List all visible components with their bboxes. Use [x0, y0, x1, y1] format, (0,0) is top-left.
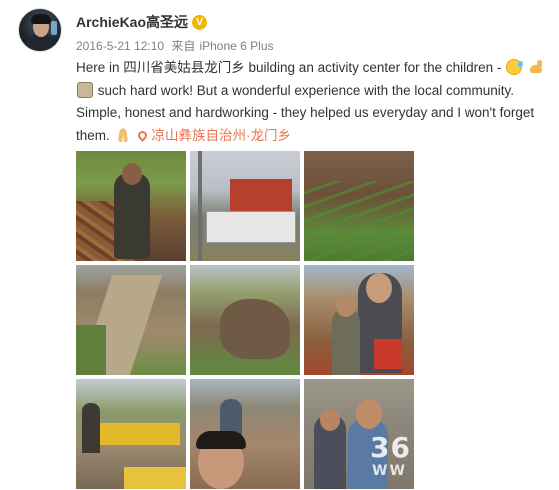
photo-5[interactable] — [190, 265, 300, 375]
red-bag-shape — [374, 339, 402, 369]
post-line-2: such hard work! But a wonderful experien… — [76, 80, 556, 103]
field-rows-shape — [304, 181, 414, 261]
photo-7[interactable] — [76, 379, 186, 489]
location-link[interactable]: 凉山彝族自治州·龙门乡 — [135, 128, 292, 143]
avatar[interactable] — [18, 8, 62, 52]
kid-head-shape — [356, 399, 382, 429]
location-pin-icon — [135, 128, 149, 142]
photo-3[interactable] — [304, 151, 414, 261]
man-head-shape — [366, 273, 392, 303]
username[interactable]: ArchieKao高圣远 V — [76, 12, 208, 32]
watermark-small: WW — [372, 463, 407, 479]
weibo-post: ArchieKao高圣远 V 2016-5-21 12:10 来自 iPhone … — [0, 0, 559, 490]
avatar-body — [25, 35, 57, 51]
truck-shape — [230, 179, 292, 213]
person-shape — [82, 403, 100, 453]
photo-8[interactable] — [190, 379, 300, 489]
pole-shape — [198, 151, 202, 261]
box-icon — [77, 81, 93, 98]
flexed-biceps-icon — [528, 59, 544, 75]
username-text[interactable]: ArchieKao高圣远 — [76, 12, 188, 32]
post-line-1: Here in 四川省美姑县龙门乡 building an activity c… — [76, 57, 556, 80]
kid-head-shape — [320, 409, 340, 431]
container-shape — [100, 423, 180, 445]
post-text: Here in 四川省美姑县龙门乡 building an activity c… — [76, 57, 556, 147]
photo-1[interactable] — [76, 151, 186, 261]
verified-badge-icon: V — [192, 14, 208, 30]
photo-6[interactable] — [304, 265, 414, 375]
via-label: 来自 — [171, 39, 196, 53]
photo-2[interactable] — [190, 151, 300, 261]
trench-shape — [220, 299, 290, 359]
sweat-smile-icon — [506, 59, 524, 75]
hair-shape — [196, 431, 246, 449]
post-line-3: Simple, honest and hardworking - they he… — [76, 105, 535, 120]
kid-shape — [332, 309, 360, 375]
avatar-light — [51, 21, 57, 35]
kid-shape — [114, 173, 150, 259]
timestamp[interactable]: 2016-5-21 12:10 — [76, 39, 164, 53]
grass-edge-shape — [76, 325, 106, 375]
avatar-hair — [31, 14, 51, 24]
post-line-1-text: Here in 四川省美姑县龙门乡 building an activity c… — [76, 60, 502, 75]
container-shape — [124, 467, 186, 489]
post-line-2-text: such hard work! But a wonderful experien… — [97, 82, 514, 98]
device-name[interactable]: iPhone 6 Plus — [199, 39, 273, 53]
kid-head-shape — [336, 295, 356, 317]
photo-grid: 36 WW — [76, 151, 414, 489]
folded-hands-icon — [115, 127, 131, 143]
watermark: 36 — [370, 431, 411, 464]
pickup-shape — [206, 211, 296, 243]
kid-head-shape — [122, 163, 142, 185]
post-meta: 2016-5-21 12:10 来自 iPhone 6 Plus — [76, 37, 278, 54]
photo-9[interactable]: 36 WW — [304, 379, 414, 489]
post-line-4-text: them. — [76, 127, 110, 143]
post-line-4: them. 凉山彝族自治州·龙门乡 — [76, 125, 556, 148]
photo-4[interactable] — [76, 265, 186, 375]
location-text[interactable]: 凉山彝族自治州·龙门乡 — [152, 128, 292, 143]
